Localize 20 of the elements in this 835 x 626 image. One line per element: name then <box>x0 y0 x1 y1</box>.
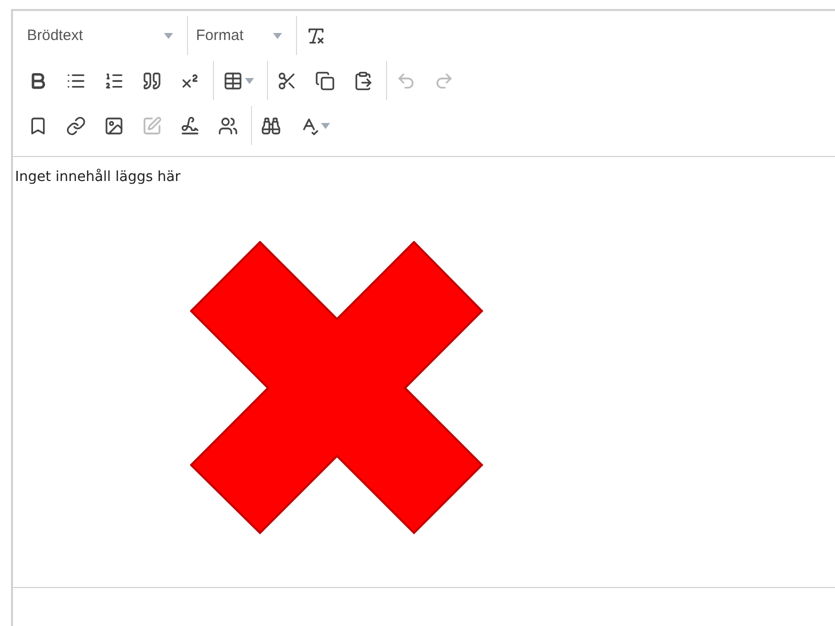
binoculars-icon <box>261 116 281 136</box>
editor-text: Inget innehåll läggs här <box>15 169 182 185</box>
table-icon <box>223 70 243 90</box>
clear-format-icon <box>306 26 326 46</box>
caret-icon <box>164 32 173 38</box>
format-dropdown[interactable]: Format <box>190 20 290 50</box>
scissors-icon <box>277 70 297 90</box>
image-icon <box>104 116 124 136</box>
people-icon <box>218 116 238 136</box>
caret-icon <box>273 32 282 38</box>
copy-icon <box>315 70 335 90</box>
edit-icon <box>142 116 162 136</box>
numbered-list-icon <box>104 70 124 90</box>
redo-icon <box>434 70 454 90</box>
style-dropdown[interactable]: Brödtext <box>21 20 181 50</box>
paste-icon <box>353 70 373 90</box>
undo-icon <box>396 70 416 90</box>
quote-icon <box>142 70 162 90</box>
signature-icon <box>180 116 200 136</box>
link-icon <box>66 116 86 136</box>
